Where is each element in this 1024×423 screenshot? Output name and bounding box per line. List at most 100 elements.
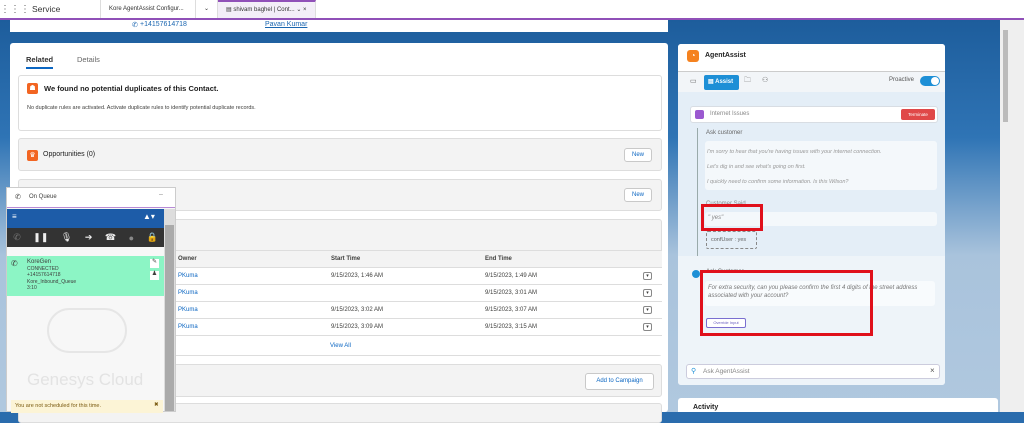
header-owner[interactable]: Pavan Kumar	[265, 21, 307, 28]
app-name: Service Console	[28, 0, 101, 32]
close-notice-icon[interactable]: ✖	[154, 402, 159, 408]
alert-icon[interactable]: ▲▾	[143, 212, 155, 221]
duplicates-card: ☗ We found no potential duplicates of th…	[18, 75, 662, 131]
ask-agentassist-search[interactable]: ⚲ Ask AgentAssist ×	[686, 364, 940, 379]
minimize-icon[interactable]: –	[159, 191, 163, 198]
owner-link[interactable]: PKuma	[178, 268, 198, 285]
row-menu-icon[interactable]: ▾	[643, 306, 652, 314]
tab-related[interactable]: Related	[26, 55, 54, 69]
scrollbar-thumb[interactable]	[1003, 30, 1008, 122]
notes-icon[interactable]: ▭	[690, 77, 697, 85]
activity-title: Activity	[693, 404, 719, 411]
new-opportunity-button[interactable]: New	[624, 148, 652, 162]
mute-icon[interactable]: 🎙	[61, 232, 72, 243]
owner-link[interactable]: PKuma	[178, 285, 198, 302]
start-time: 9/15/2023, 3:02 AM	[331, 307, 384, 313]
genesys-cloud-logo-icon	[47, 308, 127, 353]
owner-link[interactable]: PKuma	[178, 302, 198, 319]
record-icon[interactable]: ●	[129, 233, 134, 243]
tab-assist[interactable]: ▤ Assist	[704, 75, 739, 90]
edit-icon[interactable]: ✎	[150, 259, 159, 268]
transfer-icon[interactable]: ➔	[85, 232, 93, 243]
close-icon[interactable]: ×	[303, 7, 307, 13]
softphone-menubar: ≡ ▲▾	[7, 209, 164, 228]
highlight-box	[701, 204, 763, 231]
new-button[interactable]: New	[624, 188, 652, 202]
tab-contact-label: shivam baghel | Cont...	[233, 7, 295, 13]
end-time: 9/15/2023, 3:01 AM	[485, 290, 538, 296]
tab-contact[interactable]: ▤ shivam baghel | Cont... ⌄ ×	[218, 0, 316, 18]
proactive-toggle[interactable]	[920, 76, 940, 86]
message-line: I'm sorry to hear that you're having iss…	[707, 149, 882, 155]
genesys-softphone: ✆ On Queue – ≡ ▲▾ ✆ ❚❚ 🎙 ➔ ☎ ● 🔒 ✆ KoreG…	[6, 187, 176, 413]
lock-icon[interactable]: 🔒	[147, 232, 158, 243]
view-all-link[interactable]: View All	[330, 338, 351, 355]
end-time: 9/15/2023, 1:49 AM	[485, 273, 538, 279]
dialog-icon	[695, 110, 704, 119]
table-row: PKuma 9/15/2023, 3:09 AM 9/15/2023, 3:15 A…	[176, 318, 662, 335]
call-timer: 3:10	[27, 285, 37, 291]
phone-icon: ✆	[15, 194, 21, 201]
softphone-scrollbar[interactable]	[164, 209, 175, 411]
duplicate-icon: ☗	[27, 83, 38, 94]
call-icon[interactable]: ✆	[13, 232, 21, 243]
user-icon[interactable]: ⚇	[762, 76, 768, 84]
activity-card: Activity	[678, 398, 998, 412]
col-end-time[interactable]: End Time	[485, 251, 512, 268]
table-footer: View All	[176, 335, 662, 355]
highlight-box	[700, 270, 873, 336]
opportunity-icon: ♛	[27, 150, 38, 161]
duplicates-title: We found no potential duplicates of this…	[44, 84, 219, 93]
start-time: 9/15/2023, 1:46 AM	[331, 273, 384, 279]
genesys-brand: Genesys Cloud	[27, 370, 144, 389]
phone-icon: ✆	[132, 22, 138, 29]
clear-icon[interactable]: ×	[930, 366, 935, 375]
row-menu-icon[interactable]: ▾	[643, 289, 652, 297]
app-launcher-icon[interactable]: ⋮⋮⋮	[0, 4, 30, 15]
start-time: 9/15/2023, 3:09 AM	[331, 324, 384, 330]
row-menu-icon[interactable]: ▾	[643, 323, 652, 331]
agentassist-logo-icon: ◔	[687, 50, 699, 62]
current-step-icon	[692, 270, 700, 278]
header-phone[interactable]: +14157614718	[140, 21, 187, 28]
col-owner[interactable]: Owner	[178, 251, 197, 268]
tab-details[interactable]: Details	[77, 55, 100, 64]
hold-icon[interactable]: ❚❚	[33, 232, 48, 243]
owner-link[interactable]: PKuma	[178, 319, 198, 336]
contact-icon[interactable]: ♟	[150, 271, 159, 280]
row-menu-icon[interactable]: ▾	[643, 272, 652, 280]
tab-overflow-chevron-icon[interactable]: ⌄	[196, 0, 219, 18]
col-start-time[interactable]: Start Time	[331, 251, 360, 268]
softphone-header: ✆ On Queue –	[7, 188, 175, 208]
ask-customer-label: Ask customer	[706, 130, 743, 136]
end-time: 9/15/2023, 3:07 AM	[485, 307, 538, 313]
proactive-label: Proactive	[889, 77, 915, 83]
dialog-name: Internet Issues	[710, 111, 750, 117]
duplicates-body: No duplicate rules are activated. Activa…	[27, 105, 256, 111]
terminate-button[interactable]: Terminate	[901, 109, 935, 120]
hangup-icon[interactable]: ☎	[105, 232, 116, 243]
agentassist-title: AgentAssist	[705, 52, 746, 59]
queue-status[interactable]: On Queue	[29, 194, 57, 200]
top-bar: ⋮⋮⋮ Service Console Kore AgentAssist Con…	[0, 0, 1024, 32]
chevron-down-icon[interactable]: ⌄	[296, 7, 301, 13]
timeline-line	[697, 128, 698, 268]
schedule-notice-text: You are not scheduled for this time.	[15, 403, 102, 409]
tab-kore-config[interactable]: Kore AgentAssist Configur...	[101, 0, 196, 18]
add-to-campaign-button[interactable]: Add to Campaign	[585, 373, 654, 390]
call-controls: ✆ ❚❚ 🎙 ➔ ☎ ● 🔒	[7, 228, 164, 247]
opportunities-title: Opportunities (0)	[43, 151, 96, 158]
table-row: PKuma 9/15/2023, 3:01 AM ▾	[176, 284, 662, 301]
message-line: I quickly need to confirm some informati…	[707, 179, 849, 185]
tab-assist-label: Assist	[715, 79, 734, 85]
scrollbar-track[interactable]	[1000, 20, 1024, 412]
search-icon: ⚲	[691, 368, 697, 375]
table-header: Owner Start Time End Time	[176, 250, 662, 267]
dialog-header: Internet Issues Terminate	[690, 106, 938, 123]
schedule-notice: You are not scheduled for this time. ✖	[11, 400, 163, 413]
opportunities-card: ♛ Opportunities (0) New	[18, 138, 662, 171]
active-interaction[interactable]: ✆ KoreGen CONNECTED +14157614718 Kore_In…	[7, 256, 164, 296]
menu-icon[interactable]: ≡	[12, 212, 17, 221]
end-time: 9/15/2023, 3:15 AM	[485, 324, 538, 330]
folder-icon[interactable]: 🗀	[744, 76, 751, 87]
